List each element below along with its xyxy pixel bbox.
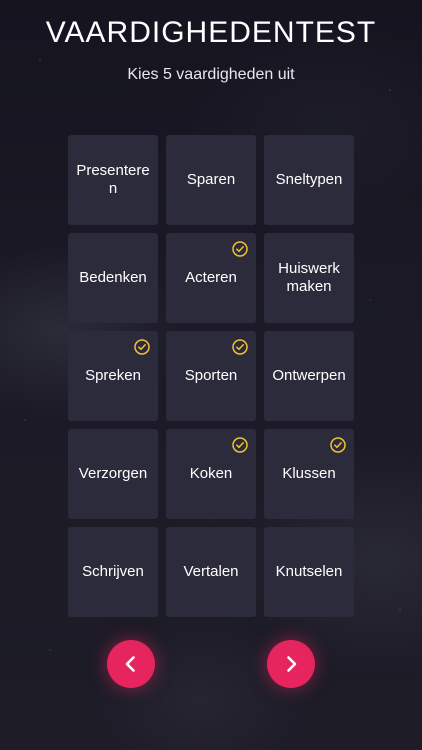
check-circle-icon (232, 241, 248, 257)
check-circle-icon (134, 339, 150, 355)
skill-label: Huiswerk maken (278, 260, 340, 295)
skill-tile-sparen[interactable]: Sparen (166, 135, 256, 225)
skill-tile-sporten[interactable]: Sporten (166, 331, 256, 421)
skill-label: Bedenken (79, 269, 147, 286)
skill-tile-verzorgen[interactable]: Verzorgen (68, 429, 158, 519)
next-button[interactable] (267, 640, 315, 688)
check-circle-icon (232, 339, 248, 355)
check-circle-icon (232, 437, 248, 453)
skill-label: Knutselen (275, 563, 343, 580)
chevron-right-icon (287, 656, 297, 672)
skills-grid: Presenteren Sparen Sneltypen Bedenken Ac… (68, 135, 354, 617)
skill-label: Sneltypen (275, 171, 343, 188)
skill-label: Sparen (186, 171, 236, 188)
skill-label: Presenteren (76, 162, 150, 197)
skill-tile-huiswerk-maken[interactable]: Huiswerk maken (264, 233, 354, 323)
skill-tile-schrijven[interactable]: Schrijven (68, 527, 158, 617)
check-circle-icon (330, 437, 346, 453)
skill-label: Spreken (85, 367, 141, 384)
skill-tile-klussen[interactable]: Klussen (264, 429, 354, 519)
skill-tile-sneltypen[interactable]: Sneltypen (264, 135, 354, 225)
page-subtitle: Kies 5 vaardigheden uit (127, 66, 295, 83)
skill-tile-presenteren[interactable]: Presenteren (68, 135, 158, 225)
skill-tile-spreken[interactable]: Spreken (68, 331, 158, 421)
skill-tile-bedenken[interactable]: Bedenken (68, 233, 158, 323)
skill-tile-vertalen[interactable]: Vertalen (166, 527, 256, 617)
skill-label: Acteren (185, 269, 237, 286)
skill-label: Vertalen (183, 563, 239, 580)
skill-tile-knutselen[interactable]: Knutselen (264, 527, 354, 617)
page-title: VAARDIGHEDENTEST (45, 16, 377, 49)
skill-label: Schrijven (82, 563, 144, 580)
previous-button[interactable] (107, 640, 155, 688)
skill-tile-acteren[interactable]: Acteren (166, 233, 256, 323)
skill-label: Koken (189, 465, 233, 482)
chevron-left-icon (125, 656, 135, 672)
skill-label: Verzorgen (78, 465, 148, 482)
skill-tile-ontwerpen[interactable]: Ontwerpen (264, 331, 354, 421)
skill-tile-koken[interactable]: Koken (166, 429, 256, 519)
skill-label: Ontwerpen (272, 367, 346, 384)
skill-label: Klussen (282, 465, 336, 482)
skill-label: Sporten (184, 367, 238, 384)
